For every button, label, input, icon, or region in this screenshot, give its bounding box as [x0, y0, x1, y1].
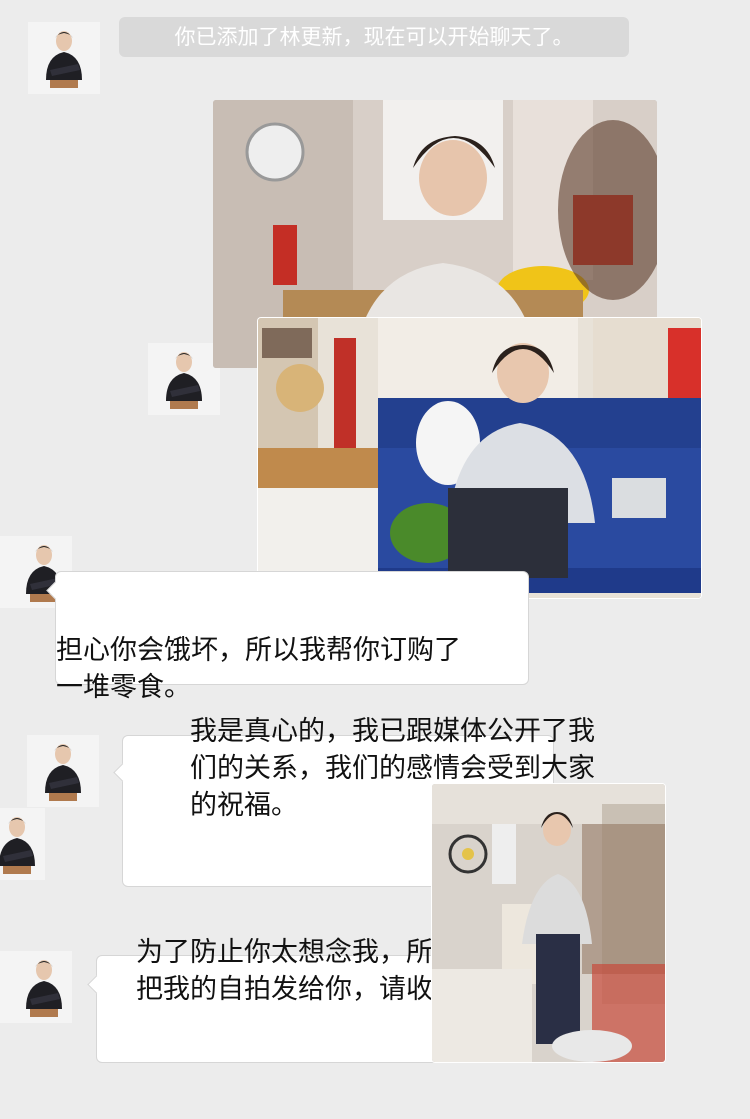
contact-avatar[interactable] [148, 343, 220, 415]
contact-avatar[interactable] [0, 951, 72, 1023]
contact-avatar[interactable] [28, 22, 100, 94]
photo-blue-sofa-icon [258, 318, 701, 598]
system-notice: 你已添加了林更新，现在可以开始聊天了。 [119, 17, 629, 57]
message-text: 担心你会饿坏，所以我帮你订购了 一堆零食。 [56, 635, 461, 703]
contact-avatar[interactable] [27, 735, 99, 807]
contact-avatar[interactable] [0, 808, 45, 880]
image-message[interactable] [258, 318, 701, 598]
text-message-bubble[interactable]: 担心你会饿坏，所以我帮你订购了 一堆零食。 [46, 571, 529, 703]
photo-standing-room-icon [432, 784, 665, 1062]
image-message[interactable] [432, 784, 665, 1062]
